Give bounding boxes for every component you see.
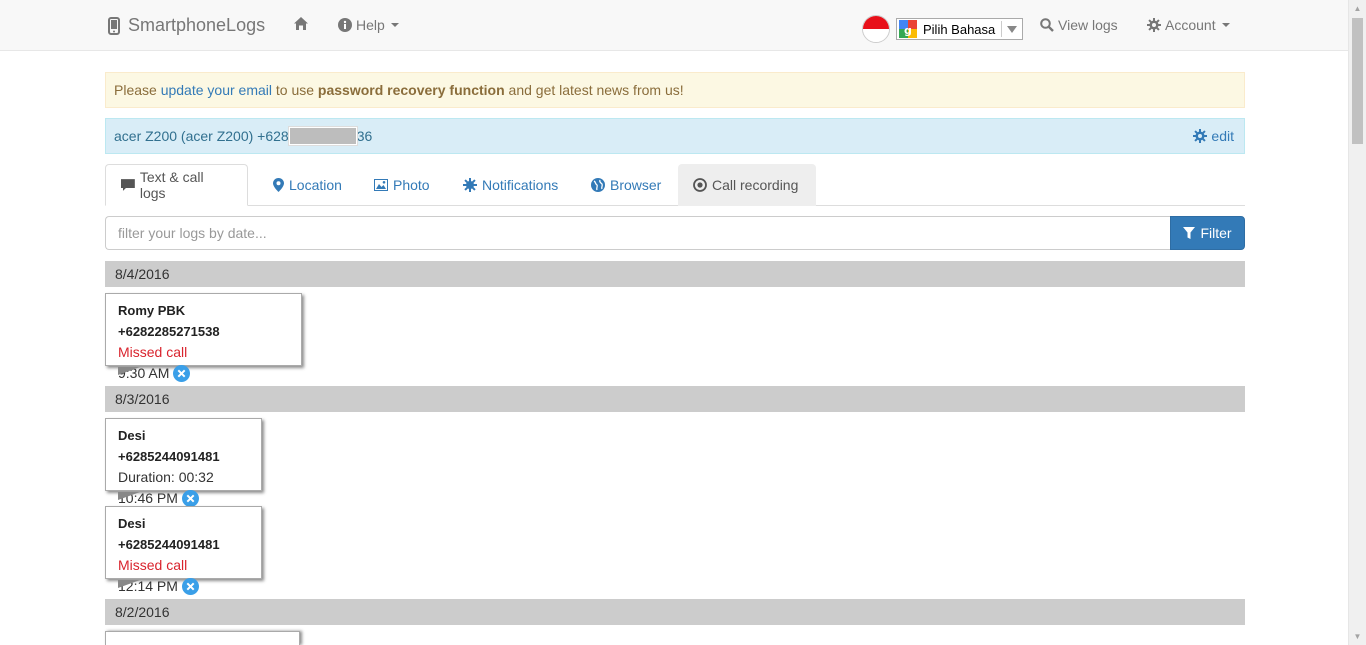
- date-header: 8/4/2016: [105, 261, 1245, 287]
- call-time-row: 9:30 AM: [118, 363, 289, 384]
- chevron-down-icon: [390, 23, 399, 27]
- tab-browser[interactable]: Browser: [576, 164, 676, 206]
- redacted-phone-digits: [288, 127, 357, 146]
- call-log-entry[interactable]: Desi +6285244091481 Missed call 12:14 PM: [105, 506, 262, 595]
- comment-icon: [121, 178, 135, 191]
- filter-icon: [1183, 226, 1196, 239]
- google-translate-icon: g: [899, 20, 917, 38]
- filter-label: Filter: [1200, 225, 1232, 241]
- gear-icon: [1147, 18, 1161, 32]
- view-logs-label: View logs: [1058, 17, 1118, 33]
- tab-label: Notifications: [482, 177, 559, 193]
- filter-button[interactable]: Filter: [1170, 216, 1245, 250]
- close-circle-icon[interactable]: [173, 365, 191, 382]
- tab-photo[interactable]: Photo: [359, 164, 445, 206]
- call-status: Missed call: [118, 344, 188, 360]
- search-icon: [1040, 18, 1054, 32]
- warning-text: and get latest news from us!: [504, 82, 684, 98]
- account-label: Account: [1165, 17, 1216, 33]
- picture-icon: [374, 179, 388, 191]
- call-log-entry[interactable]: Desi +6285244091481 Duration: 00:32 10:4…: [105, 418, 262, 507]
- info-sign-icon: [338, 18, 352, 32]
- globe-icon: [591, 178, 605, 192]
- tab-notifications[interactable]: Notifications: [448, 164, 573, 206]
- bubble-tail: [118, 580, 140, 588]
- call-log-entry-partial[interactable]: [105, 631, 300, 645]
- top-navbar: SmartphoneLogs Help g Pilih Bahasa View …: [0, 0, 1348, 51]
- warning-text: Please: [114, 82, 161, 98]
- close-circle-icon[interactable]: [181, 578, 199, 595]
- home-button[interactable]: [293, 16, 309, 34]
- scroll-down-icon[interactable]: ▼: [1349, 628, 1366, 645]
- call-log-entry[interactable]: Romy PBK +6282285271538 Missed call 9:30…: [105, 293, 302, 382]
- contact-name: Romy PBK +6282285271538: [118, 303, 220, 339]
- language-select[interactable]: g Pilih Bahasa: [896, 18, 1023, 40]
- edit-device-link[interactable]: edit: [1193, 119, 1234, 153]
- home-icon: [294, 17, 308, 30]
- bubble-tail: [118, 492, 140, 500]
- tab-call-recording[interactable]: Call recording: [678, 164, 816, 206]
- tab-text-call-logs[interactable]: Text & call logs: [105, 164, 248, 206]
- record-icon: [693, 178, 707, 192]
- device-info-alert: acer Z200 (acer Z200) +628 36 edit: [105, 118, 1245, 154]
- date-header: 8/3/2016: [105, 386, 1245, 412]
- log-type-tabs: Text & call logs Location Photo Notifica…: [105, 164, 1245, 206]
- gear-icon: [1193, 129, 1208, 143]
- help-label: Help: [356, 17, 385, 33]
- tab-label: Text & call logs: [139, 169, 204, 201]
- tab-label: Browser: [610, 177, 662, 193]
- device-name-suffix: 36: [356, 128, 373, 144]
- dropdown-arrow-icon: [1007, 26, 1017, 33]
- view-logs-link[interactable]: View logs: [1040, 17, 1118, 33]
- date-filter-input[interactable]: [105, 216, 1171, 250]
- update-email-link[interactable]: update your email: [161, 82, 272, 98]
- help-dropdown[interactable]: Help: [338, 17, 399, 33]
- tab-label: Call recording: [712, 177, 799, 193]
- map-marker-icon: [273, 178, 284, 192]
- account-dropdown[interactable]: Account: [1147, 17, 1230, 33]
- svg-text:g: g: [904, 24, 912, 37]
- device-name-prefix: acer Z200 (acer Z200) +628: [114, 128, 289, 144]
- close-circle-icon[interactable]: [181, 490, 199, 507]
- warning-text: to use: [272, 82, 318, 98]
- email-warning-alert: Please update your email to use password…: [105, 72, 1245, 108]
- brand-name: SmartphoneLogs: [128, 15, 266, 35]
- mobile-phone-icon: [108, 16, 120, 35]
- tab-location[interactable]: Location: [258, 164, 357, 206]
- bubble-tail: [118, 367, 140, 375]
- scroll-thumb[interactable]: [1352, 18, 1363, 144]
- warning-bold-text: password recovery function: [317, 82, 505, 98]
- contact-name: Desi +6285244091481: [118, 516, 220, 552]
- edit-label: edit: [1211, 128, 1234, 144]
- brand-link[interactable]: SmartphoneLogs: [108, 15, 265, 36]
- page-scrollbar[interactable]: ▲ ▼: [1348, 0, 1366, 645]
- chevron-down-icon: [1221, 23, 1230, 27]
- tab-label: Location: [289, 177, 342, 193]
- contact-name: Desi +6285244091481: [118, 428, 220, 464]
- asterisk-icon: [463, 178, 477, 192]
- call-status: Missed call: [118, 557, 188, 573]
- call-duration: Duration: 00:32: [118, 469, 214, 485]
- date-header: 8/2/2016: [105, 599, 1245, 625]
- language-label: Pilih Bahasa: [923, 21, 996, 37]
- tab-label: Photo: [393, 177, 430, 193]
- indonesia-flag-icon[interactable]: [862, 15, 890, 43]
- scroll-up-icon[interactable]: ▲: [1349, 0, 1366, 17]
